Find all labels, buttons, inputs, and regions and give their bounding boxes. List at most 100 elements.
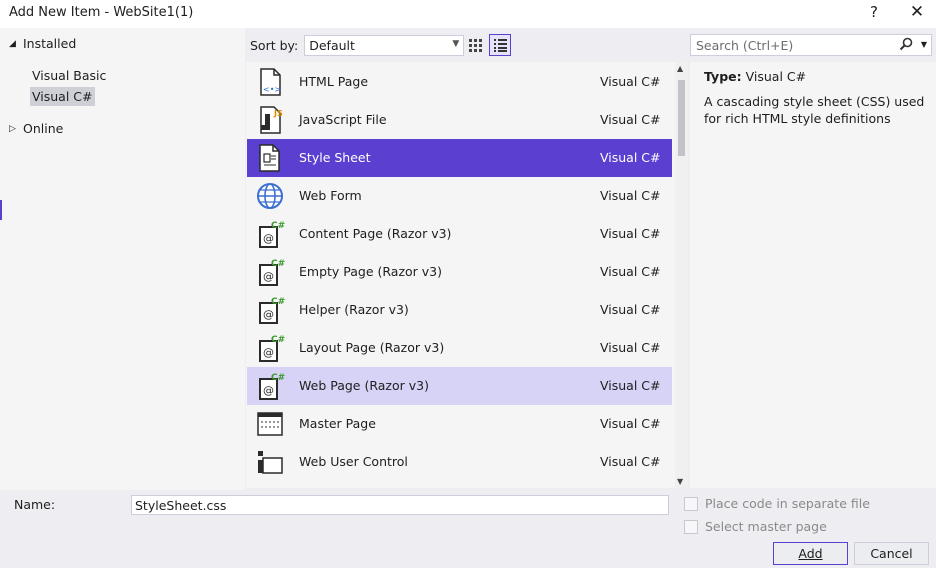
svg-text:<•>: <•>	[263, 85, 281, 94]
list-item-name: Web User Control	[299, 454, 408, 469]
item-template-list: <•> HTML Page Visual C# JS JavaScript File Vi…	[246, 62, 688, 488]
bottom-panel: Name: Place code in separate file Select…	[0, 490, 936, 568]
tree-node-online-label: Online	[23, 121, 64, 136]
tree-node-installed[interactable]: ◢ Installed	[9, 36, 76, 51]
svg-text:C#: C#	[271, 335, 285, 345]
search-icon[interactable]	[899, 37, 913, 55]
svg-text:C#: C#	[271, 373, 285, 383]
master-page-label: Select master page	[705, 519, 827, 534]
master-page-icon	[255, 409, 285, 439]
svg-text:JS: JS	[273, 109, 283, 118]
list-item-name: Content Page (Razor v3)	[299, 226, 452, 241]
list-item[interactable]: Style Sheet Visual C#	[247, 139, 672, 177]
list-item-name: Layout Page (Razor v3)	[299, 340, 445, 355]
svg-text:@: @	[263, 308, 274, 321]
title-bar: Add New Item - WebSite1(1) ? ✕	[0, 0, 936, 28]
list-item[interactable]: Web Form Visual C#	[247, 177, 672, 215]
list-item-language: Visual C#	[600, 454, 661, 469]
tree-item-template[interactable]: Visual Basic	[30, 66, 108, 85]
grid-view-icon	[469, 39, 482, 52]
svg-text:@: @	[263, 346, 274, 359]
razor-page-icon: @ C#	[255, 295, 285, 325]
svg-text:@: @	[263, 384, 274, 397]
list-item-name: Empty Page (Razor v3)	[299, 264, 443, 279]
list-scrollbar[interactable]: ▲ ▼	[675, 62, 688, 488]
help-icon[interactable]: ?	[866, 3, 882, 21]
place-code-checkbox[interactable]: Place code in separate file	[684, 496, 870, 511]
svg-text:@: @	[263, 232, 274, 245]
add-button[interactable]: Add	[773, 542, 848, 565]
user-control-icon	[255, 447, 285, 477]
list-item[interactable]: Web User Control Visual C#	[247, 443, 672, 481]
sort-bar: Sort by: Default ▼	[250, 34, 465, 56]
razor-page-icon: @ C#	[255, 371, 285, 401]
list-item-language: Visual C#	[600, 302, 661, 317]
item-description-pane: Type: Visual C# A cascading style sheet …	[690, 62, 936, 488]
list-item[interactable]: @ C# Content Page (Razor v3) Visual C#	[247, 215, 672, 253]
cancel-button-label: Cancel	[870, 546, 913, 561]
list-item[interactable]: @ C# Layout Page (Razor v3) Visual C#	[247, 329, 672, 367]
search-box[interactable]: Search (Ctrl+E) ▼	[690, 34, 932, 56]
sort-label: Sort by:	[250, 37, 299, 53]
list-item-language: Visual C#	[600, 226, 661, 241]
list-item-language: Visual C#	[600, 74, 661, 89]
chevron-down-icon: ▼	[452, 38, 460, 49]
window-title: Add New Item - WebSite1(1)	[9, 5, 194, 20]
item-description: A cascading style sheet (CSS) used for r…	[704, 94, 925, 126]
checkbox-box[interactable]	[684, 519, 698, 534]
list-item[interactable]: @ C# Web Page (Razor v3) Visual C#	[247, 367, 672, 405]
template-tree: ◢ Installed Visual Basic Visual C# ▷ Onli…	[0, 28, 245, 490]
razor-page-icon: @ C#	[255, 333, 285, 363]
expanded-arrow-icon[interactable]: ◢	[9, 39, 23, 49]
style-sheet-icon	[255, 143, 285, 173]
add-button-label: Add	[798, 546, 823, 561]
svg-text:@: @	[263, 270, 274, 283]
tree-item-template[interactable]: Visual C#	[30, 87, 95, 106]
html-page-icon: <•>	[255, 67, 285, 97]
list-item-language: Visual C#	[600, 264, 661, 279]
razor-page-icon: @ C#	[255, 219, 285, 249]
svg-text:C#: C#	[271, 221, 285, 231]
window-edge-accent	[0, 200, 2, 220]
razor-page-icon: @ C#	[255, 257, 285, 287]
list-item-language: Visual C#	[600, 416, 661, 431]
scroll-down-icon[interactable]: ▼	[677, 477, 683, 486]
svg-text:C#: C#	[271, 259, 285, 269]
scroll-thumb[interactable]	[678, 80, 685, 156]
list-item-name: HTML Page	[299, 74, 369, 89]
sort-dropdown[interactable]: Default ▼	[304, 34, 465, 56]
globe-icon	[255, 181, 285, 211]
search-input[interactable]: Search (Ctrl+E)	[696, 38, 793, 53]
name-field[interactable]	[131, 495, 669, 515]
list-item-name: Web Form	[299, 188, 362, 203]
item-type: Type: Visual C#	[704, 69, 806, 84]
list-item-name: Web Page (Razor v3)	[299, 378, 429, 393]
list-item-language: Visual C#	[600, 112, 661, 127]
list-item-name: Helper (Razor v3)	[299, 302, 409, 317]
search-options-chevron-icon[interactable]: ▼	[921, 40, 927, 49]
list-item[interactable]: @ C# Empty Page (Razor v3) Visual C#	[247, 253, 672, 291]
list-item-language: Visual C#	[600, 150, 661, 165]
sort-dropdown-value: Default	[309, 37, 355, 53]
place-code-label: Place code in separate file	[705, 496, 870, 511]
medium-icons-view-button[interactable]	[464, 34, 486, 56]
svg-text:C#: C#	[271, 297, 285, 307]
list-item[interactable]: @ C# Helper (Razor v3) Visual C#	[247, 291, 672, 329]
tree-node-installed-label: Installed	[23, 36, 77, 51]
master-page-checkbox[interactable]: Select master page	[684, 519, 827, 534]
checkbox-box[interactable]	[684, 496, 698, 511]
list-item-language: Visual C#	[600, 378, 661, 393]
list-item-language: Visual C#	[600, 188, 661, 203]
close-icon[interactable]: ✕	[906, 2, 928, 22]
list-item-name: JavaScript File	[299, 112, 387, 127]
list-item[interactable]: <•> HTML Page Visual C#	[247, 63, 672, 101]
list-view-icon	[494, 39, 507, 52]
list-item[interactable]: Master Page Visual C#	[247, 405, 672, 443]
item-type-label: Type:	[704, 69, 742, 84]
details-view-button[interactable]	[489, 34, 511, 56]
collapsed-arrow-icon[interactable]: ▷	[9, 124, 23, 134]
scroll-up-icon[interactable]: ▲	[677, 64, 683, 73]
cancel-button[interactable]: Cancel	[854, 542, 929, 565]
list-item[interactable]: JS JavaScript File Visual C#	[247, 101, 672, 139]
tree-node-online[interactable]: ▷ Online	[9, 121, 63, 136]
